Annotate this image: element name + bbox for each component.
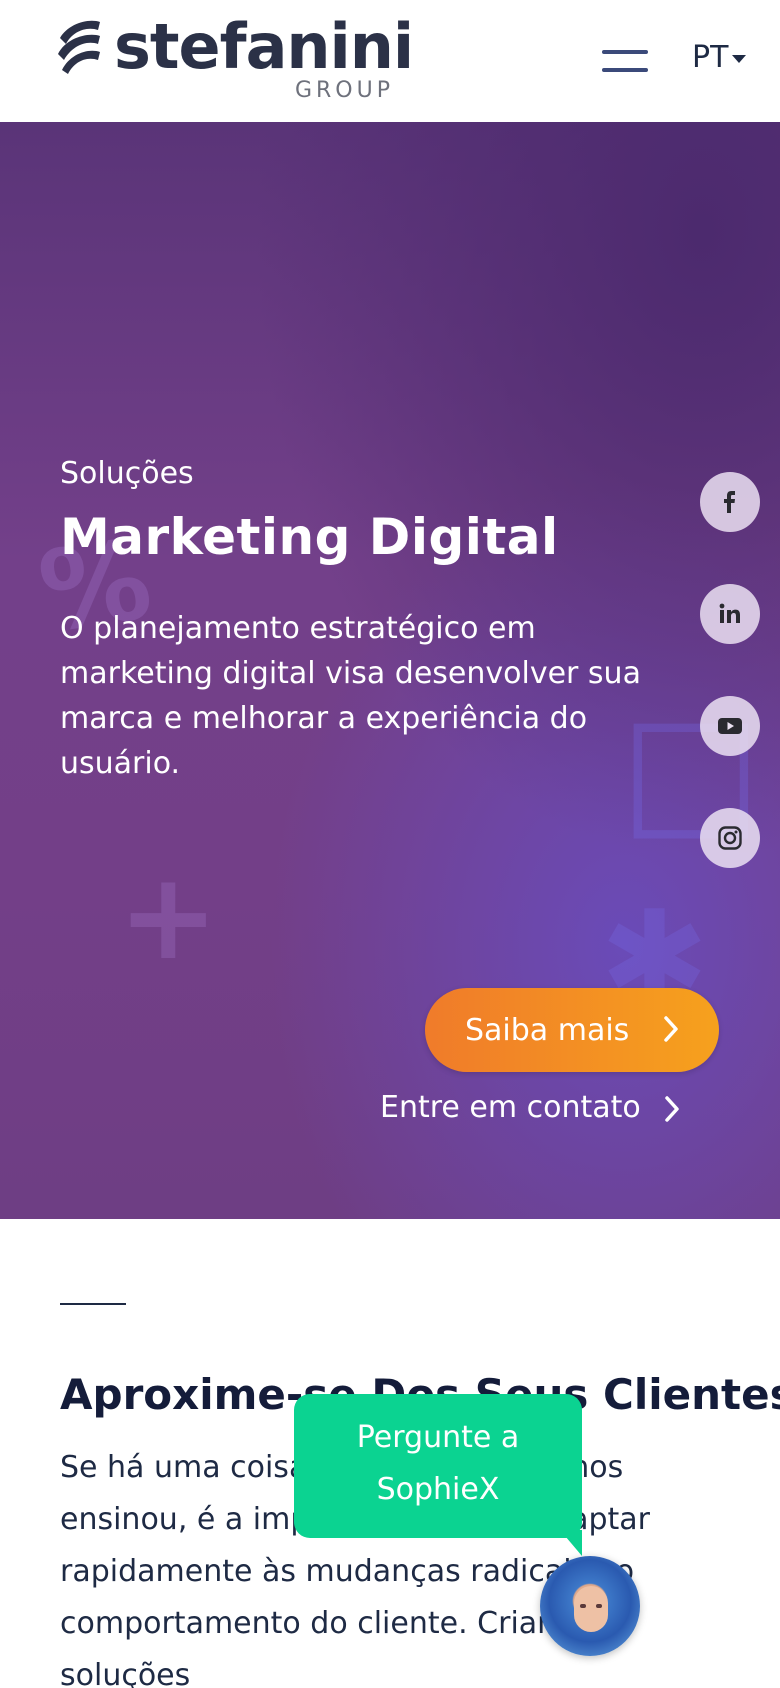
chat-prompt-line1: Pergunte a: [356, 1420, 520, 1455]
avatar-face: [574, 1586, 608, 1632]
entre-em-contato-link[interactable]: Entre em contato: [380, 1090, 680, 1130]
language-selector[interactable]: PT: [692, 40, 747, 75]
hero-banner: % + □ ✱ Soluções Marketing Digital O pla…: [0, 122, 780, 1219]
hero-kicker: Soluções: [60, 456, 194, 491]
stefanini-logo[interactable]: stefanini GROUP: [54, 12, 414, 106]
decorative-plus-icon: +: [118, 848, 219, 987]
linkedin-button[interactable]: [700, 584, 760, 644]
section-divider: [60, 1303, 126, 1305]
saiba-mais-button[interactable]: Saiba mais: [425, 988, 719, 1072]
avatar-eye: [580, 1604, 586, 1608]
chat-prompt-line2: SophieX: [376, 1472, 500, 1507]
site-header: stefanini GROUP PT: [0, 0, 780, 122]
entre-em-contato-label: Entre em contato: [380, 1090, 641, 1125]
logo-wordmark: stefanini: [114, 10, 414, 83]
menu-line-icon: [602, 50, 648, 54]
logo-swoosh-icon: [58, 20, 100, 74]
logo-subtitle: GROUP: [294, 78, 394, 103]
youtube-icon: [718, 718, 742, 734]
linkedin-icon: [719, 603, 740, 623]
caret-down-icon: [732, 54, 747, 63]
instagram-icon: [718, 826, 742, 850]
chat-prompt-bubble[interactable]: Pergunte a SophieX: [294, 1394, 582, 1538]
chat-bubble-tail: [560, 1530, 582, 1556]
chevron-right-icon: [664, 1016, 678, 1042]
chat-assistant-avatar[interactable]: [540, 1556, 640, 1656]
language-label: PT: [692, 40, 729, 75]
youtube-button[interactable]: [700, 696, 760, 756]
hero-title: Marketing Digital: [60, 508, 559, 566]
menu-line-icon: [602, 68, 648, 72]
hero-description: O planejamento estratégico em marketing …: [60, 611, 641, 781]
hamburger-menu-button[interactable]: [602, 48, 648, 76]
facebook-button[interactable]: [700, 472, 760, 532]
instagram-button[interactable]: [700, 808, 760, 868]
chevron-right-icon: [665, 1096, 679, 1122]
facebook-icon: [724, 491, 735, 513]
avatar-eye: [596, 1604, 602, 1608]
saiba-mais-label: Saiba mais: [465, 1012, 630, 1048]
